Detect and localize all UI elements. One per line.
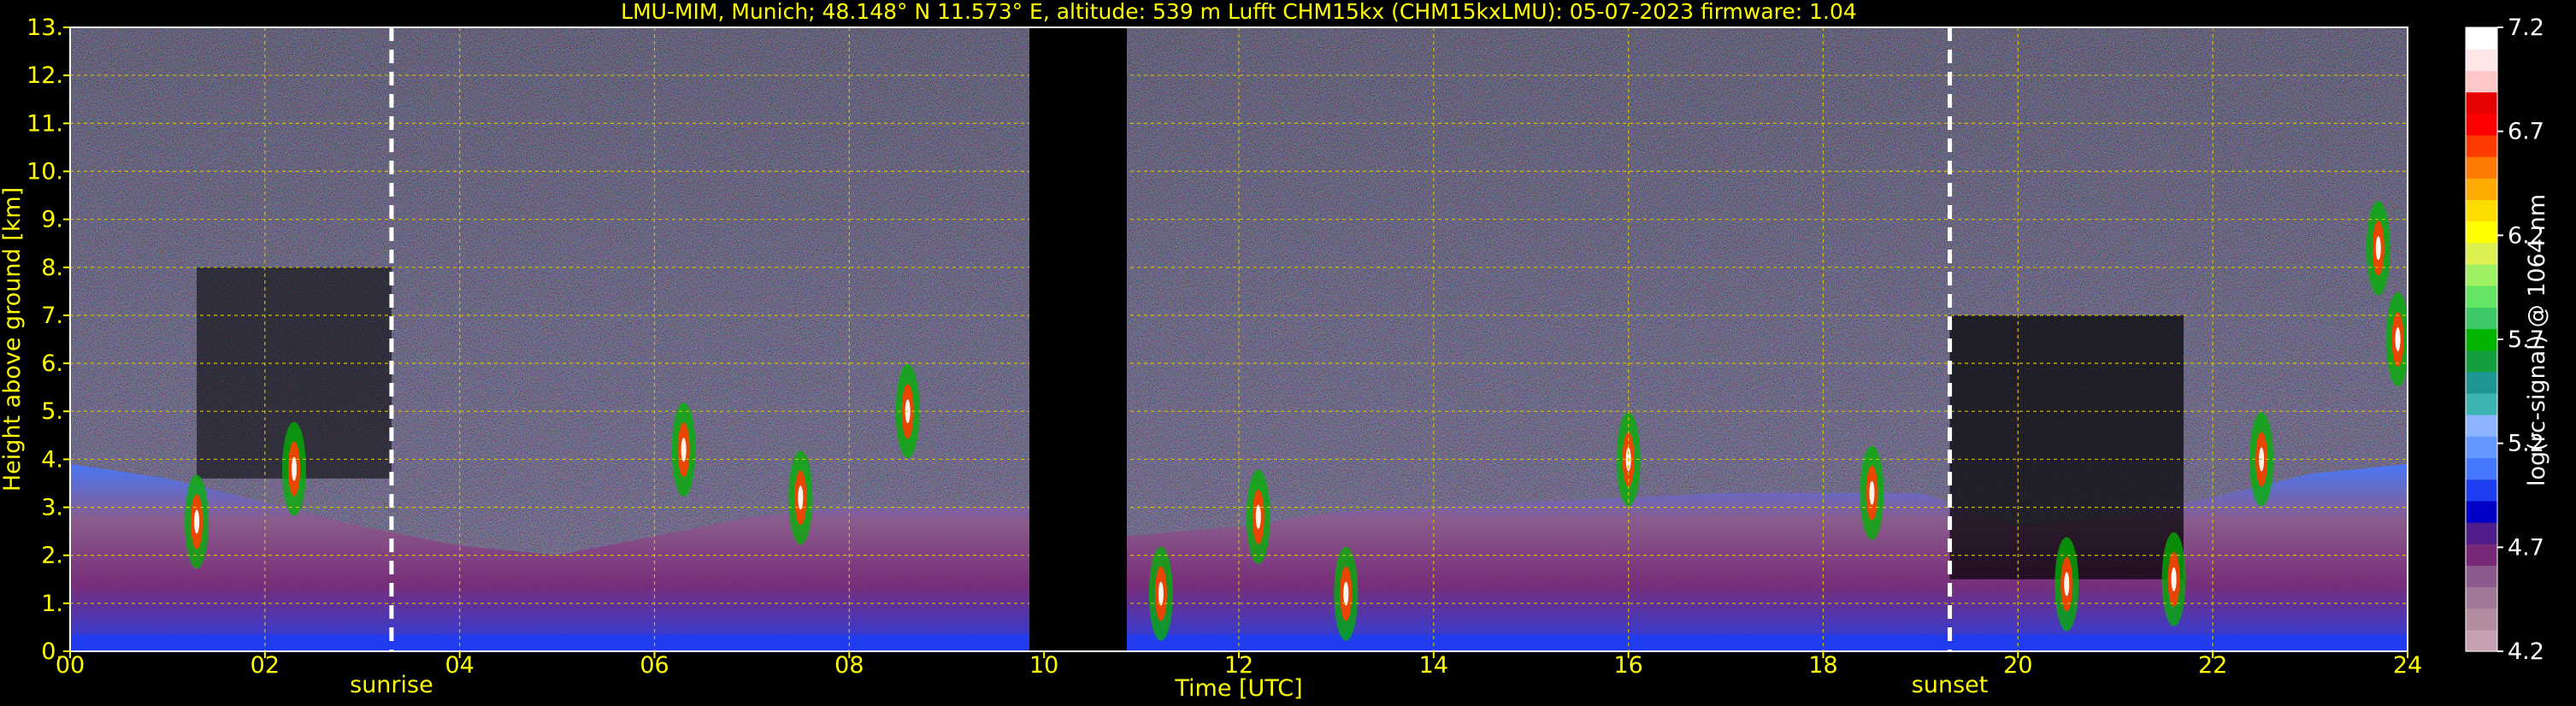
colorbar-segment bbox=[2466, 285, 2497, 308]
colorbar-segment bbox=[2466, 156, 2497, 179]
colorbar-segment bbox=[2466, 479, 2497, 502]
colorbar-segment bbox=[2466, 586, 2497, 609]
chart-svg: LMU-MIM, Munich; 48.148° N 11.573° E, al… bbox=[0, 0, 2550, 702]
colorbar-segment bbox=[2466, 221, 2497, 244]
cloud-point-peak bbox=[1869, 480, 1875, 505]
cloud-point-peak bbox=[2171, 567, 2177, 591]
y-tick-label: 9. bbox=[41, 207, 63, 233]
colorbar-segment bbox=[2466, 328, 2497, 351]
x-axis-label: Time [UTC] bbox=[1174, 675, 1302, 702]
cloud-point-peak bbox=[681, 438, 687, 462]
cloud-point-peak bbox=[292, 456, 298, 481]
colorbar-segment bbox=[2466, 70, 2497, 93]
colorbar-segment bbox=[2466, 199, 2497, 222]
colorbar-segment bbox=[2466, 263, 2497, 286]
colorbar-segment bbox=[2466, 27, 2497, 50]
data-gap bbox=[1029, 27, 1127, 651]
y-tick-label: 5. bbox=[41, 398, 63, 425]
colorbar-segment bbox=[2466, 350, 2497, 373]
x-tick-label: 20 bbox=[2003, 652, 2032, 679]
x-tick-label: 16 bbox=[1613, 652, 1642, 679]
y-tick-label: 3. bbox=[41, 495, 63, 521]
x-tick-label: 24 bbox=[2393, 652, 2422, 679]
y-tick-label: 11. bbox=[27, 110, 63, 137]
y-tick-label: 6. bbox=[41, 350, 63, 377]
cloud-point-peak bbox=[798, 485, 804, 510]
cloud-point-peak bbox=[2064, 572, 2070, 597]
colorbar-segment bbox=[2466, 500, 2497, 523]
colorbar-segment bbox=[2466, 629, 2497, 652]
colorbar-segment bbox=[2466, 113, 2497, 136]
y-tick-label: 0. bbox=[41, 638, 63, 665]
x-tick-label: 08 bbox=[834, 652, 864, 679]
y-axis-ticks: 0. 1. 2. 3. 4. 5. 6. 7. 8. 9. 10. 11. 12. 13. bbox=[27, 15, 70, 665]
y-tick-label: 1. bbox=[41, 591, 63, 617]
ceilometer-figure: LMU-MIM, Munich; 48.148° N 11.573° E, al… bbox=[0, 0, 2576, 706]
colorbar-segment bbox=[2466, 178, 2497, 200]
colorbar-tick-label: 4.7 bbox=[2508, 534, 2544, 561]
x-tick-label: 22 bbox=[2198, 652, 2227, 679]
colorbar-segment bbox=[2466, 608, 2497, 631]
colorbar-segment bbox=[2466, 91, 2497, 115]
y-tick-label: 7. bbox=[41, 303, 63, 329]
colorbar-segment bbox=[2466, 392, 2497, 415]
y-tick-label: 10. bbox=[27, 158, 63, 185]
cloud-point-peak bbox=[2375, 236, 2381, 261]
data-gap-band bbox=[1029, 27, 1127, 651]
sun-marker-label: sunrise bbox=[350, 672, 433, 698]
cloud-point-peak bbox=[1343, 581, 1349, 606]
colorbar-segment bbox=[2466, 457, 2497, 480]
colorbar-segment bbox=[2466, 307, 2497, 330]
x-tick-label: 14 bbox=[1419, 652, 1448, 679]
cloud-point-peak bbox=[194, 509, 200, 534]
y-tick-label: 4. bbox=[41, 446, 63, 473]
colorbar-segment bbox=[2466, 134, 2497, 157]
x-tick-label: 02 bbox=[251, 652, 280, 679]
colorbar-segment bbox=[2466, 565, 2497, 588]
cloud-point-peak bbox=[1158, 581, 1164, 606]
x-tick-label: 18 bbox=[1808, 652, 1837, 679]
colorbar-tick-label: 4.2 bbox=[2508, 638, 2544, 665]
y-tick-label: 12. bbox=[27, 62, 63, 89]
colorbar-segment bbox=[2466, 521, 2497, 544]
colorbar-segment bbox=[2466, 436, 2497, 459]
y-tick-label: 8. bbox=[41, 255, 63, 281]
colorbar-segment bbox=[2466, 544, 2497, 566]
y-tick-label: 2. bbox=[41, 543, 63, 569]
colorbar-tick-label: 6.7 bbox=[2508, 119, 2544, 145]
x-tick-label: 10 bbox=[1029, 652, 1058, 679]
sun-marker-label: sunset bbox=[1912, 672, 1989, 698]
y-axis-label: Height above ground [km] bbox=[0, 187, 26, 491]
cloud-point-peak bbox=[2395, 327, 2401, 351]
y-tick-label: 13. bbox=[27, 15, 63, 41]
colorbar-segment bbox=[2466, 371, 2497, 394]
colorbar-segment bbox=[2466, 415, 2497, 437]
colorbar-segment bbox=[2466, 242, 2497, 265]
cloud-point-peak bbox=[1255, 504, 1261, 529]
colorbar-segment bbox=[2466, 49, 2497, 71]
colorbar-tick-label: 7.2 bbox=[2508, 15, 2544, 41]
x-tick-label: 04 bbox=[445, 652, 474, 679]
chart-title: LMU-MIM, Munich; 48.148° N 11.573° E, al… bbox=[621, 0, 1857, 24]
x-tick-label: 06 bbox=[640, 652, 669, 679]
colorbar-label: log(rc-signal) @ 1064 nm bbox=[2524, 194, 2550, 486]
